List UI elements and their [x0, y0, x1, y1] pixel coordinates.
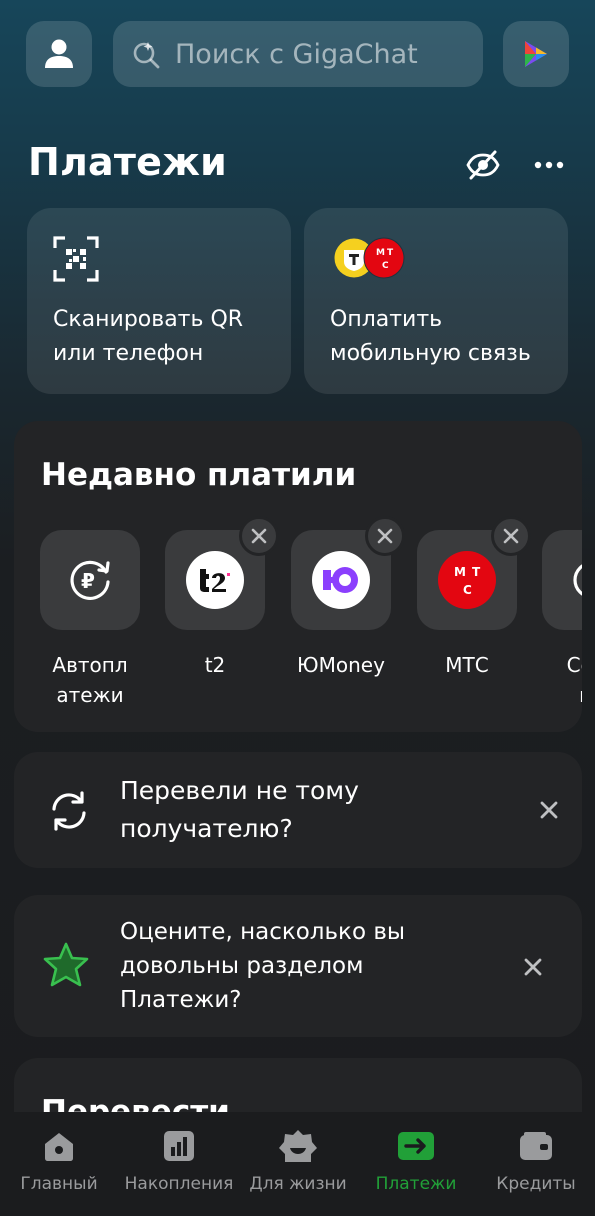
- close-icon: [540, 801, 558, 819]
- nav-item-home[interactable]: Главный: [14, 1112, 104, 1216]
- pay-mobile-label: Оплатить мобильную связь: [330, 307, 531, 366]
- dismiss-feedback-button[interactable]: [518, 952, 548, 982]
- scan-qr-card[interactable]: Сканировать QR или телефон: [27, 208, 291, 394]
- bottom-navigation: Главный Накопления Для жизни Платежи Кре…: [0, 1112, 595, 1216]
- more-dots-icon: [534, 161, 564, 169]
- recent-item-tile: М Т С: [417, 516, 531, 630]
- profile-button[interactable]: [26, 21, 92, 87]
- scan-qr-label: Сканировать QR или телефон: [53, 307, 244, 366]
- recent-item-saved[interactable]: Сохр пл: [542, 530, 582, 710]
- svg-text:₽: ₽: [81, 569, 95, 593]
- svg-text:М: М: [454, 565, 466, 579]
- refresh-arrows-icon: [48, 790, 90, 836]
- nav-item-savings[interactable]: Накопления: [120, 1112, 238, 1216]
- savings-icon: [159, 1130, 199, 1162]
- search-placeholder: Поиск с GigaChat: [175, 38, 418, 70]
- nav-item-credits[interactable]: Кредиты: [490, 1112, 582, 1216]
- remove-recent-button[interactable]: [491, 516, 531, 556]
- nav-item-payments[interactable]: Платежи: [370, 1112, 462, 1216]
- assistant-button[interactable]: [503, 21, 569, 87]
- recent-payments-section: Недавно платили ₽ Автопл атежи t2 ЮMoney…: [14, 421, 582, 732]
- dismiss-wrong-recipient-button[interactable]: [534, 795, 564, 825]
- payments-icon: [396, 1130, 436, 1162]
- recent-item-label: Сохр пл: [566, 653, 582, 707]
- search-input[interactable]: Поиск с GigaChat: [113, 21, 483, 87]
- close-icon: [503, 528, 519, 544]
- recent-item-label: ЮMoney: [297, 653, 385, 677]
- more-options-button[interactable]: [528, 144, 570, 186]
- top-bar: Поиск с GigaChat: [26, 21, 569, 87]
- recent-item-label: t2: [204, 653, 226, 677]
- wrong-recipient-text: Перевели не тому получателю?: [120, 776, 359, 843]
- recent-item-autopay[interactable]: ₽ Автопл атежи: [40, 530, 140, 710]
- feedback-card[interactable]: Оцените, насколько вы довольны разделом …: [14, 895, 582, 1037]
- hide-balance-button[interactable]: [462, 144, 504, 186]
- recent-item-label: МТС: [445, 653, 489, 677]
- nav-label: Для жизни: [249, 1174, 347, 1194]
- t2-logo: [186, 551, 244, 609]
- saved-payments-icon: [573, 564, 582, 596]
- autopay-icon: ₽: [70, 560, 110, 600]
- svg-text:С: С: [382, 261, 389, 271]
- recent-item-tile: [291, 516, 405, 630]
- svg-text:Т: Т: [472, 565, 481, 579]
- nav-label: Главный: [20, 1174, 98, 1194]
- recent-item-label: Автопл атежи: [52, 653, 128, 707]
- recent-item-tile: [165, 516, 279, 630]
- remove-recent-button[interactable]: [239, 516, 279, 556]
- recent-item-t2[interactable]: t2: [165, 516, 279, 680]
- nav-item-lifestyle[interactable]: Для жизни: [246, 1112, 350, 1216]
- yoomoney-logo: [312, 551, 370, 609]
- assistant-logo-icon: [525, 41, 547, 67]
- close-icon: [377, 528, 393, 544]
- lifestyle-icon: [278, 1130, 318, 1162]
- user-icon: [45, 39, 73, 68]
- recent-item-mts[interactable]: М Т С МТС: [417, 516, 531, 680]
- wrong-recipient-card[interactable]: Перевели не тому получателю?: [14, 752, 582, 868]
- close-icon: [524, 958, 542, 976]
- svg-text:С: С: [463, 583, 472, 597]
- recent-item-tile: [542, 530, 582, 630]
- eye-off-icon: [466, 150, 500, 180]
- qr-scan-icon: [53, 236, 99, 286]
- home-icon: [39, 1130, 79, 1162]
- page-title: Платежи: [28, 140, 227, 184]
- svg-text:Т: Т: [387, 248, 394, 258]
- pay-mobile-card[interactable]: М Т С Оплатить мобильную связь: [304, 208, 568, 394]
- remove-recent-button[interactable]: [365, 516, 405, 556]
- nav-label: Накопления: [124, 1174, 234, 1194]
- mts-logo: М Т С: [438, 551, 496, 609]
- recent-item-yoomoney[interactable]: ЮMoney: [291, 516, 405, 680]
- feedback-text: Оцените, насколько вы довольны разделом …: [120, 919, 406, 1013]
- svg-text:М: М: [376, 248, 385, 258]
- star-icon: [42, 941, 90, 993]
- recent-item-tile: ₽: [40, 530, 140, 630]
- nav-label: Кредиты: [496, 1174, 576, 1194]
- mobile-operators-icon: М Т С: [330, 236, 410, 284]
- nav-label: Платежи: [375, 1174, 457, 1194]
- gigachat-sparkle-icon: [133, 42, 160, 69]
- recent-payments-title: Недавно платили: [41, 457, 357, 493]
- credits-icon: [516, 1130, 556, 1162]
- close-icon: [251, 528, 267, 544]
